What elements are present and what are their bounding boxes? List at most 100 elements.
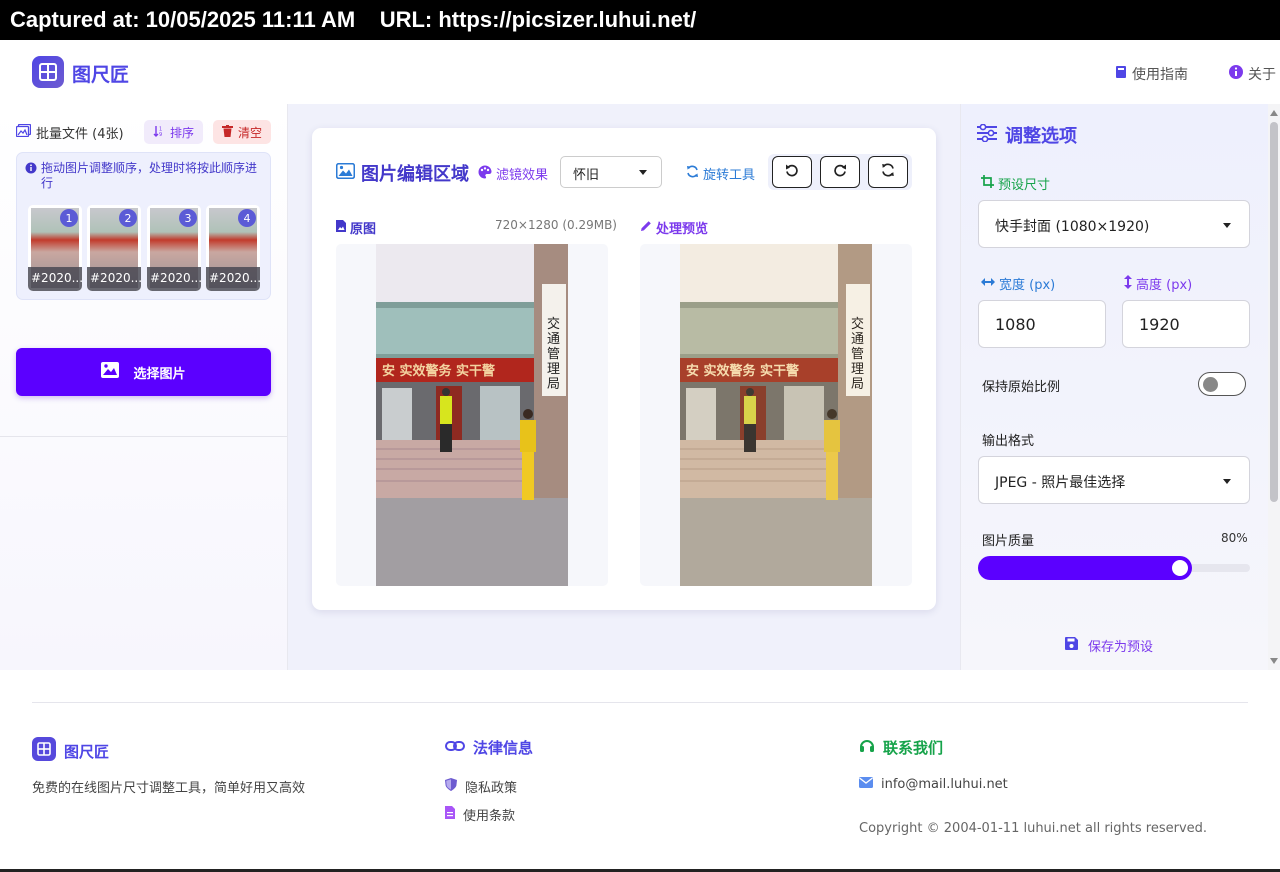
rotate-label: 旋转工具: [686, 164, 755, 183]
toggle-knob: [1203, 377, 1218, 392]
quality-slider-fill: [978, 556, 1192, 580]
height-label-text: 高度 (px): [1136, 278, 1193, 293]
arrows-vertical-icon: [1124, 274, 1132, 293]
images-icon: [15, 123, 32, 141]
order-badge: 1: [60, 209, 78, 227]
save-icon: [1065, 637, 1078, 654]
filter-label: 滤镜效果: [478, 164, 548, 183]
keep-ratio-toggle[interactable]: [1198, 372, 1246, 396]
envelope-icon: [859, 777, 873, 792]
rotate-right-button[interactable]: [820, 156, 860, 188]
sort-label: 排序: [170, 125, 195, 140]
preset-select-value: 快手封面 (1080×1920): [995, 219, 1150, 235]
rotate-left-button[interactable]: [772, 156, 812, 188]
nav-guide-label: 使用指南: [1132, 67, 1188, 83]
chevron-down-icon: [1223, 479, 1231, 484]
thumbnail-item[interactable]: 1 #2020...: [28, 205, 82, 291]
batch-hint-text: 拖动图片调整顺序，处理时将按此顺序进行: [41, 161, 258, 190]
clear-label: 清空: [238, 125, 263, 140]
rotate-toolbar: [768, 154, 912, 190]
nav-about-label: 关于: [1248, 67, 1276, 83]
scroll-down-icon[interactable]: [1270, 658, 1278, 664]
privacy-link-label: 隐私政策: [465, 781, 518, 796]
select-images-button[interactable]: 选择图片: [16, 348, 271, 396]
edit-card: 图片编辑区域 滤镜效果 怀旧 旋转工具 原图 720×1280 (0.29MB)…: [312, 128, 936, 610]
batch-title-label: 批量文件 (4张): [36, 127, 124, 142]
original-image: 安 实效警务 实干警 交通管理局: [376, 244, 568, 586]
footer-brand: 图尺匠: [32, 737, 109, 765]
thumbnail-item[interactable]: 3 #2020...: [147, 205, 201, 291]
batch-title: 批量文件 (4张): [15, 123, 124, 142]
clear-button[interactable]: 清空: [213, 120, 272, 144]
format-select[interactable]: JPEG - 照片最佳选择: [978, 456, 1250, 504]
preview-image: 安 实效警务 实干警 交通管理局: [680, 244, 872, 586]
height-input[interactable]: 1920: [1122, 300, 1250, 348]
nav-about-link[interactable]: 关于: [1228, 64, 1276, 84]
terms-link[interactable]: 使用条款: [445, 805, 515, 824]
book-icon: [1114, 65, 1128, 83]
preview-image-frame: 安 实效警务 实干警 交通管理局: [640, 244, 912, 586]
footer-divider: [32, 702, 1248, 703]
top-navbar: 图尺匠 使用指南 关于: [0, 40, 1280, 104]
chevron-down-icon: [639, 170, 647, 175]
scrollbar-thumb[interactable]: [1270, 122, 1278, 502]
legal-title: 法律信息: [445, 737, 533, 758]
thumbnail-label: #2020...: [87, 267, 141, 291]
original-label-text: 原图: [350, 222, 377, 237]
thumbnail-label: #2020...: [206, 267, 260, 291]
thumbnail-item[interactable]: 4 #2020...: [206, 205, 260, 291]
crop-icon: [981, 175, 994, 192]
legal-title-label: 法律信息: [473, 739, 534, 757]
width-label: 宽度 (px): [981, 274, 1055, 293]
format-label: 输出格式: [982, 434, 1035, 449]
footer-brand-label: 图尺匠: [64, 742, 110, 761]
nav-guide-link[interactable]: 使用指南: [1114, 64, 1188, 84]
app-title[interactable]: 图尺匠: [72, 60, 129, 87]
sign-text: 交通管理局: [851, 316, 864, 392]
batch-list: 拖动图片调整顺序，处理时将按此顺序进行 1 #2020... 2 #2020..…: [16, 152, 271, 300]
svg-text:9: 9: [159, 132, 162, 137]
thumbnail-label: #2020...: [28, 267, 82, 291]
shield-icon: [445, 778, 457, 795]
privacy-link[interactable]: 隐私政策: [445, 777, 517, 796]
preview-label-text: 处理预览: [656, 222, 709, 237]
options-scrollbar[interactable]: [1268, 104, 1280, 670]
save-preset-label: 保存为预设: [1088, 640, 1154, 655]
quality-slider-handle[interactable]: [1169, 558, 1190, 578]
footer-tagline: 免费的在线图片尺寸调整工具，简单好用又高效: [32, 781, 306, 796]
width-input[interactable]: 1080: [978, 300, 1106, 348]
save-preset-button[interactable]: 保存为预设: [1065, 636, 1153, 655]
rotate-right-icon: [833, 163, 847, 181]
preset-select[interactable]: 快手封面 (1080×1920): [978, 200, 1250, 248]
options-title-label: 调整选项: [1005, 126, 1077, 147]
app-logo-icon: [32, 737, 56, 765]
rotate-left-icon: [785, 163, 799, 181]
sliders-icon: [977, 123, 997, 147]
chevron-down-icon: [1223, 223, 1231, 228]
original-image-frame: 安 实效警务 实干警 交通管理局: [336, 244, 608, 586]
divider: [0, 436, 287, 437]
batch-panel: 批量文件 (4张) 19 排序 清空 拖动图片调整顺序，处理时将按此顺序进行 1…: [0, 104, 288, 670]
email-label: info@mail.luhui.net: [881, 777, 1008, 792]
filter-select[interactable]: 怀旧: [560, 156, 662, 188]
app-logo-icon[interactable]: [32, 56, 64, 88]
scroll-up-icon[interactable]: [1270, 110, 1278, 116]
edit-area-title-label: 图片编辑区域: [361, 164, 469, 185]
order-badge: 3: [179, 209, 197, 227]
reset-rotation-button[interactable]: [868, 156, 908, 188]
headset-icon: [859, 738, 875, 758]
sort-icon: 19: [153, 125, 165, 140]
thumbnail-label: #2020...: [147, 267, 201, 291]
order-badge: 4: [238, 209, 256, 227]
thumbnail-item[interactable]: 2 #2020...: [87, 205, 141, 291]
arrows-horizontal-icon: [981, 276, 995, 291]
keep-ratio-label: 保持原始比例: [982, 380, 1061, 395]
image-icon: [101, 362, 120, 382]
contact-title: 联系我们: [859, 737, 943, 758]
banner-text: 安 实效警务 实干警: [686, 363, 799, 379]
sort-button[interactable]: 19 排序: [144, 120, 204, 144]
edit-area-title: 图片编辑区域: [335, 160, 469, 186]
original-size: 720×1280 (0.29MB): [495, 218, 617, 232]
email-link[interactable]: info@mail.luhui.net: [859, 777, 1008, 792]
copyright: Copyright © 2004-01-11 luhui.net all rig…: [859, 821, 1208, 836]
